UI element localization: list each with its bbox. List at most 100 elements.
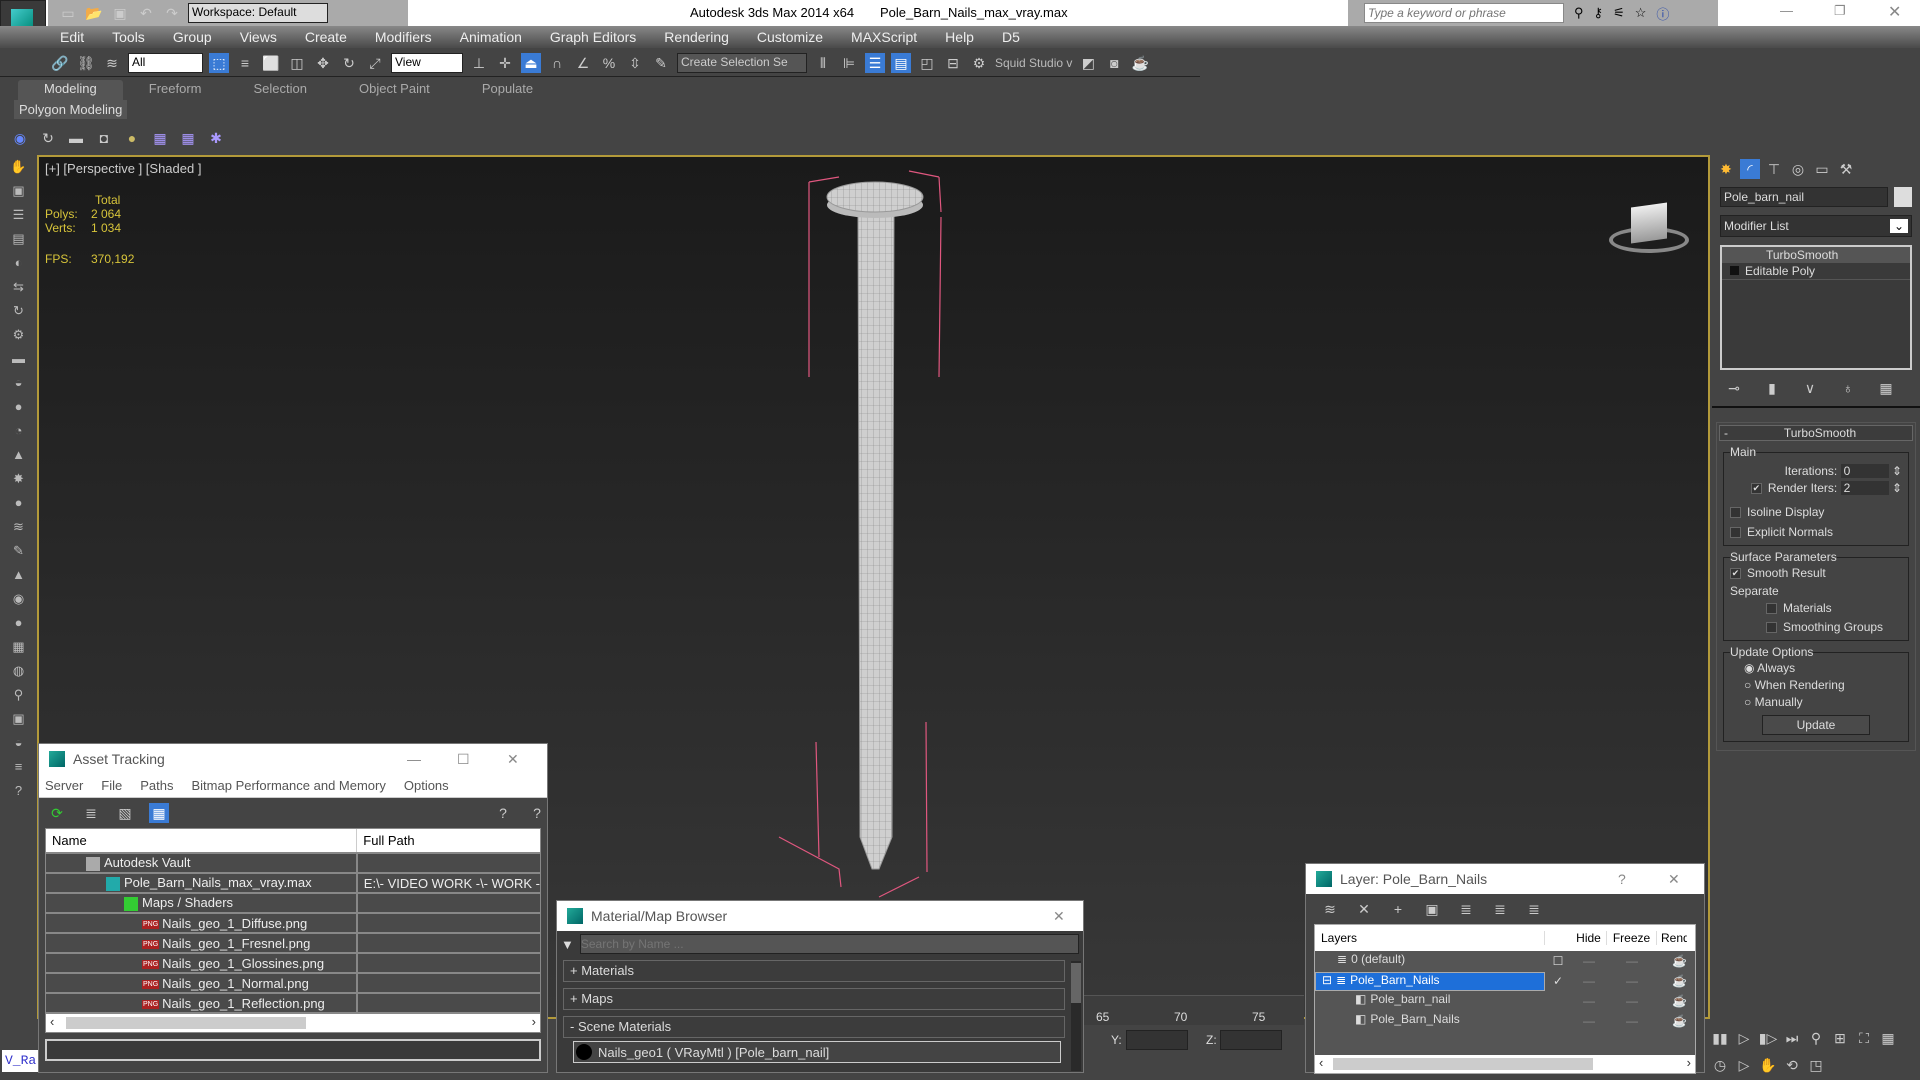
remove-modifier-icon[interactable]: ♁ [1838,378,1858,398]
freeze-toggle[interactable]: — [1607,974,1657,988]
command-strip-tool-icon[interactable]: ● [0,395,37,419]
time-slider-ruler[interactable]: 65 70 75 [1084,995,1304,1025]
render-toggle-icon[interactable]: ☕ [1657,994,1687,1008]
table-row[interactable]: PNG Nails_geo_1_Glossines.png [46,953,540,974]
asset-menu-server[interactable]: Server [45,774,83,797]
light-icon[interactable]: ● [122,128,142,148]
align-icon[interactable]: ⊫ [839,53,859,73]
minimize-button[interactable]: — [407,751,457,767]
command-strip-tool-icon[interactable]: ▤ [0,227,37,251]
column-header-name[interactable]: Name [46,829,358,854]
radio-manually[interactable]: ○ Manually [1730,695,1902,709]
table-row[interactable]: Pole_Barn_Nails_max_vray.max E:\- VIDEO W… [46,873,540,894]
thumbnail-view-icon[interactable]: ▧ [115,803,135,823]
pin-stack-icon[interactable]: ⊸ [1724,378,1744,398]
render-toggle-icon[interactable]: ☕ [1657,1014,1687,1028]
table-row[interactable]: PNG Nails_geo_1_Normal.png [46,973,540,994]
help-tooltip-icon[interactable]: ? [527,803,547,823]
command-strip-tool-icon[interactable]: ? [0,779,37,803]
graphite-icon[interactable]: ◉ [10,128,30,148]
material-search-input[interactable] [579,934,1079,954]
minimize-button[interactable]: — [1780,3,1793,18]
create-layer-icon[interactable]: ≋ [1320,899,1340,919]
orbit-icon[interactable]: ⟲ [1782,1055,1802,1075]
configure-modifier-sets-icon[interactable]: ▦ [1876,378,1896,398]
list-view-icon[interactable]: ≣ [81,803,101,823]
tab-object-paint[interactable]: Object Paint [333,80,456,100]
freeze-toggle[interactable]: — [1607,994,1657,1008]
menu-help[interactable]: Help [945,29,974,45]
link-icon[interactable]: 🔗 [50,53,70,73]
settings-icon[interactable]: ✱ [206,128,226,148]
tab-populate[interactable]: Populate [456,80,559,100]
utilities-tab-icon[interactable]: ⚒ [1836,159,1856,179]
pivot-icon[interactable]: ⊥ [469,53,489,73]
command-strip-tool-icon[interactable]: ☰ [0,203,37,227]
zoom-icon[interactable]: ⚲ [1806,1028,1826,1048]
command-strip-tool-icon[interactable]: ▲ [0,443,37,467]
refresh-icon[interactable]: ⟳ [47,803,67,823]
script-listener[interactable]: V_Ra [2,1050,38,1072]
command-strip-tool-icon[interactable]: ≡ [0,755,37,779]
column-layers[interactable]: Layers [1315,931,1545,945]
stop-icon[interactable]: ▮▮ [1710,1028,1730,1048]
command-strip-tool-icon[interactable]: ◍ [0,659,37,683]
table-row[interactable]: PNG Nails_geo_1_Diffuse.png [46,913,540,934]
percent-snap-icon[interactable]: % [599,53,619,73]
freeze-toggle[interactable]: — [1607,954,1657,968]
object-color-swatch[interactable] [1894,187,1912,207]
open-file-icon[interactable]: 📂 [84,3,104,23]
reference-coordinate-dropdown[interactable]: View [391,52,463,73]
keyboard-shortcut-icon[interactable]: ⏏ [521,52,541,73]
menu-graph-editors[interactable]: Graph Editors [550,29,636,45]
layer-row[interactable]: ⊟ ≣ Pole_Barn_Nails ✓ — — ☕ [1315,971,1695,991]
stack-item-turbosmooth[interactable]: TurboSmooth [1722,247,1910,263]
hierarchy-tab-icon[interactable]: ⊤ [1764,159,1784,179]
time-config-icon[interactable]: ◷ [1710,1055,1730,1075]
mirror-icon[interactable]: ⫴ [813,53,833,73]
angle-snap-icon[interactable]: ∠ [573,53,593,73]
snapshot-icon[interactable]: ◘ [94,128,114,148]
command-strip-tool-icon[interactable]: ▬ [0,347,37,371]
rotate-icon[interactable]: ↻ [339,53,359,73]
layer-horizontal-scrollbar[interactable]: ‹ › [1315,1055,1695,1073]
window-crossing-icon[interactable]: ◫ [287,53,307,73]
hide-all-icon[interactable]: ≣ [1490,899,1510,919]
tab-selection[interactable]: Selection [228,80,333,100]
smooth-result-checkbox[interactable]: ✔ [1730,568,1741,580]
section-materials[interactable]: + Materials [563,960,1065,982]
ribbon-panel-polygon-modeling[interactable]: Polygon Modeling [14,100,128,119]
explicit-normals-checkbox[interactable] [1730,527,1741,539]
menu-views[interactable]: Views [240,29,277,45]
close-button[interactable]: ✕ [1053,908,1083,925]
column-header-full-path[interactable]: Full Path [356,829,540,854]
hide-toggle[interactable]: — [1571,954,1607,968]
fov-icon[interactable]: ▷ [1734,1055,1754,1075]
render-production-icon[interactable]: ◙ [1104,53,1124,73]
workspace-dropdown[interactable]: Workspace: Default [188,3,328,23]
next-frame-icon[interactable]: ▮▷ [1758,1028,1778,1048]
save-icon[interactable]: ▣ [110,3,130,23]
display-tab-icon[interactable]: ▭ [1812,159,1832,179]
separate-smoothing-groups-checkbox[interactable] [1766,622,1777,634]
table-view-icon[interactable]: ▦ [149,803,169,823]
menu-animation[interactable]: Animation [460,29,522,45]
render-toggle-icon[interactable]: ☕ [1657,954,1687,968]
command-strip-tool-icon[interactable]: ◉ [0,587,37,611]
named-selection-dropdown[interactable]: Create Selection Se [677,52,807,73]
browser-scrollbar[interactable] [1071,961,1081,1071]
isoline-display-checkbox[interactable] [1730,507,1741,519]
command-strip-tool-icon[interactable]: ◒ [0,371,37,395]
spinner-snap-icon[interactable]: ⇳ [625,53,645,73]
hide-toggle[interactable]: — [1571,1014,1607,1028]
command-strip-tool-icon[interactable]: ↻ [0,299,37,323]
update-button[interactable]: Update [1762,715,1870,735]
scene-explorer-icon[interactable]: ☰ [865,52,885,73]
render-setup-icon[interactable]: ⚙ [969,53,989,73]
command-strip-tool-icon[interactable]: ◔ [0,419,37,443]
schematic-view-icon[interactable]: ⊟ [943,53,963,73]
close-button[interactable]: ✕ [1888,2,1901,22]
rect-selection-icon[interactable]: ⬜ [261,53,281,73]
snap-icon[interactable]: ∩ [547,53,567,73]
render-frame-icon[interactable]: ◩ [1078,53,1098,73]
